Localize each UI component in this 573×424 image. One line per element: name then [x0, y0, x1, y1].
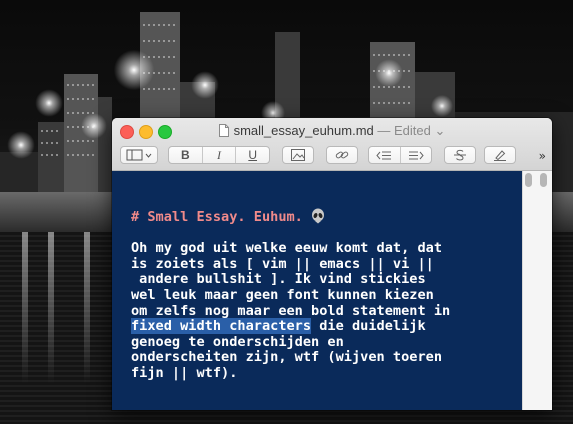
- heading-text: # Small Essay. Euhum.: [131, 209, 312, 225]
- alien-emoji-icon: [312, 208, 325, 224]
- toolbar: B I U »: [112, 143, 552, 169]
- link-icon: [335, 151, 349, 159]
- indent-icon: [408, 151, 424, 159]
- insert-link-button[interactable]: [326, 146, 358, 164]
- chevron-down-icon: ⌄: [434, 123, 446, 138]
- text-style-group: B I U: [168, 146, 270, 164]
- outdent-icon: [376, 151, 392, 159]
- sidebar-toggle-button[interactable]: [120, 146, 158, 164]
- highlighter-icon: [494, 150, 506, 161]
- toolbar-overflow-button[interactable]: »: [539, 149, 546, 163]
- editor-window: small_essay_euhum.md — Edited ⌄ B I U » …: [112, 118, 552, 410]
- italic-button[interactable]: I: [203, 147, 237, 163]
- paragraph-text: Oh my god uit welke eeuw komt dat, dat i…: [131, 240, 451, 319]
- scrollbar-thumb-right[interactable]: [540, 173, 547, 187]
- indent-group: [368, 146, 432, 164]
- scrollbar-thumb-left[interactable]: [525, 173, 532, 187]
- filename: small_essay_euhum.md: [233, 123, 374, 138]
- insert-image-button[interactable]: [282, 146, 314, 164]
- text-editor[interactable]: # Small Essay. Euhum. Oh my god uit welk…: [112, 171, 522, 410]
- window-title[interactable]: small_essay_euhum.md — Edited ⌄: [112, 123, 552, 139]
- strikethrough-button[interactable]: [444, 146, 476, 164]
- scrollbar-track[interactable]: [522, 171, 552, 410]
- bold-button[interactable]: B: [169, 147, 203, 163]
- indent-button[interactable]: [401, 147, 432, 163]
- image-icon: [291, 149, 305, 161]
- heading-line: # Small Essay. Euhum.: [131, 208, 325, 225]
- edited-status: — Edited: [377, 123, 431, 138]
- highlight-button[interactable]: [484, 146, 516, 164]
- outdent-button[interactable]: [369, 147, 401, 163]
- title-bar[interactable]: small_essay_euhum.md — Edited ⌄ B I U »: [112, 118, 552, 171]
- document-icon: [218, 124, 229, 137]
- underline-button[interactable]: U: [236, 147, 269, 163]
- selected-text: fixed width characters: [131, 318, 312, 335]
- strikethrough-icon: [454, 149, 466, 161]
- sidebar-icon: [126, 149, 152, 161]
